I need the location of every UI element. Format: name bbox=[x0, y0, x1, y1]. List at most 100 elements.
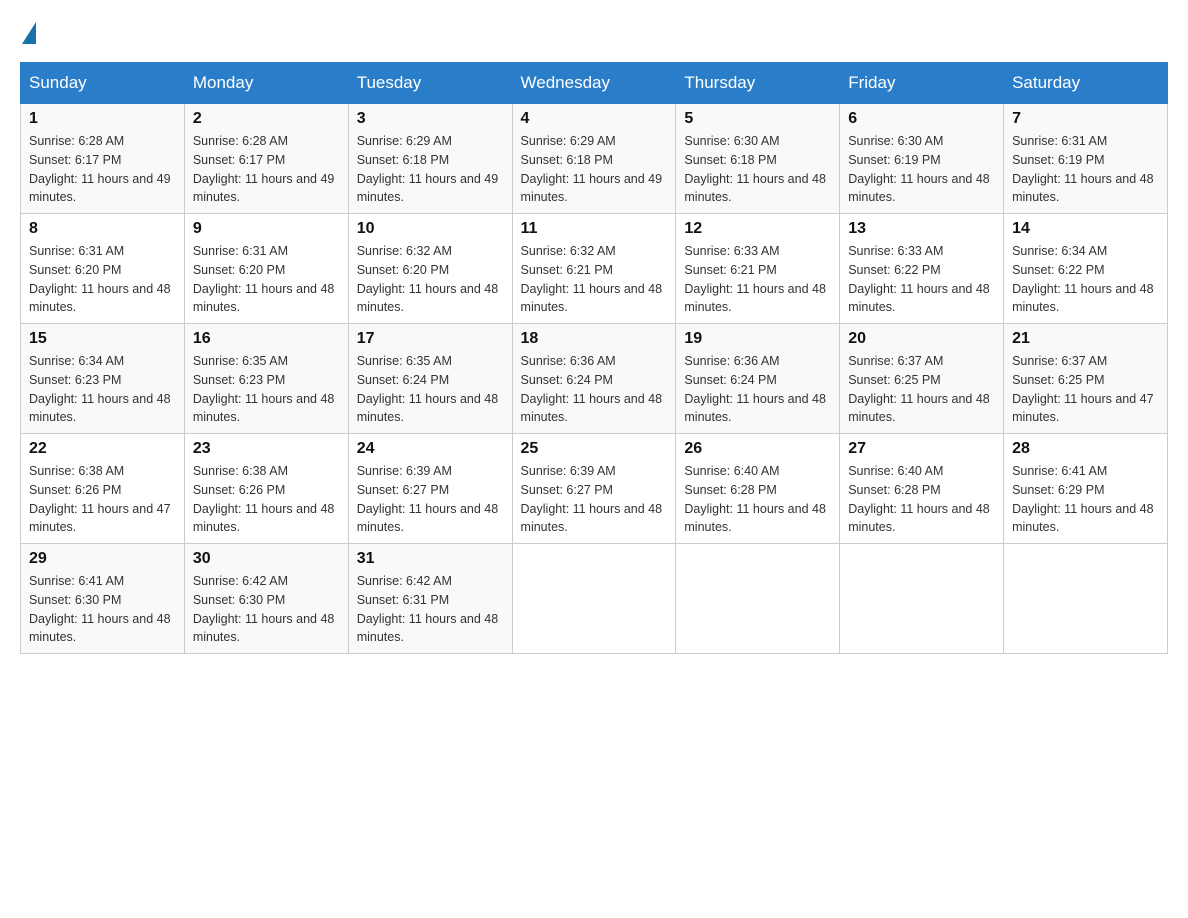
calendar-header: SundayMondayTuesdayWednesdayThursdayFrid… bbox=[21, 63, 1168, 104]
week-row-2: 8 Sunrise: 6:31 AMSunset: 6:20 PMDayligh… bbox=[21, 214, 1168, 324]
day-number: 6 bbox=[848, 110, 995, 128]
calendar-cell: 21 Sunrise: 6:37 AMSunset: 6:25 PMDaylig… bbox=[1004, 324, 1168, 434]
day-info: Sunrise: 6:36 AMSunset: 6:24 PMDaylight:… bbox=[684, 354, 826, 424]
day-number: 19 bbox=[684, 330, 831, 348]
day-number: 28 bbox=[1012, 440, 1159, 458]
calendar-cell: 31 Sunrise: 6:42 AMSunset: 6:31 PMDaylig… bbox=[348, 544, 512, 654]
day-info: Sunrise: 6:29 AMSunset: 6:18 PMDaylight:… bbox=[357, 134, 499, 204]
day-number: 1 bbox=[29, 110, 176, 128]
calendar-cell: 9 Sunrise: 6:31 AMSunset: 6:20 PMDayligh… bbox=[184, 214, 348, 324]
day-info: Sunrise: 6:42 AMSunset: 6:31 PMDaylight:… bbox=[357, 574, 499, 644]
day-info: Sunrise: 6:39 AMSunset: 6:27 PMDaylight:… bbox=[357, 464, 499, 534]
day-number: 12 bbox=[684, 220, 831, 238]
day-info: Sunrise: 6:41 AMSunset: 6:30 PMDaylight:… bbox=[29, 574, 171, 644]
calendar-cell: 30 Sunrise: 6:42 AMSunset: 6:30 PMDaylig… bbox=[184, 544, 348, 654]
calendar-body: 1 Sunrise: 6:28 AMSunset: 6:17 PMDayligh… bbox=[21, 104, 1168, 654]
day-number: 31 bbox=[357, 550, 504, 568]
day-info: Sunrise: 6:34 AMSunset: 6:22 PMDaylight:… bbox=[1012, 244, 1154, 314]
calendar-cell: 20 Sunrise: 6:37 AMSunset: 6:25 PMDaylig… bbox=[840, 324, 1004, 434]
week-row-4: 22 Sunrise: 6:38 AMSunset: 6:26 PMDaylig… bbox=[21, 434, 1168, 544]
day-number: 3 bbox=[357, 110, 504, 128]
calendar-cell: 22 Sunrise: 6:38 AMSunset: 6:26 PMDaylig… bbox=[21, 434, 185, 544]
header-day-wednesday: Wednesday bbox=[512, 63, 676, 104]
header-day-monday: Monday bbox=[184, 63, 348, 104]
day-info: Sunrise: 6:31 AMSunset: 6:20 PMDaylight:… bbox=[193, 244, 335, 314]
calendar-cell: 24 Sunrise: 6:39 AMSunset: 6:27 PMDaylig… bbox=[348, 434, 512, 544]
calendar-cell: 10 Sunrise: 6:32 AMSunset: 6:20 PMDaylig… bbox=[348, 214, 512, 324]
day-number: 5 bbox=[684, 110, 831, 128]
calendar-cell: 7 Sunrise: 6:31 AMSunset: 6:19 PMDayligh… bbox=[1004, 104, 1168, 214]
day-info: Sunrise: 6:40 AMSunset: 6:28 PMDaylight:… bbox=[684, 464, 826, 534]
day-number: 10 bbox=[357, 220, 504, 238]
day-info: Sunrise: 6:28 AMSunset: 6:17 PMDaylight:… bbox=[193, 134, 335, 204]
day-number: 7 bbox=[1012, 110, 1159, 128]
day-info: Sunrise: 6:31 AMSunset: 6:19 PMDaylight:… bbox=[1012, 134, 1154, 204]
day-info: Sunrise: 6:29 AMSunset: 6:18 PMDaylight:… bbox=[521, 134, 663, 204]
day-number: 26 bbox=[684, 440, 831, 458]
logo-triangle-icon bbox=[22, 22, 36, 44]
calendar-cell: 1 Sunrise: 6:28 AMSunset: 6:17 PMDayligh… bbox=[21, 104, 185, 214]
day-number: 30 bbox=[193, 550, 340, 568]
week-row-3: 15 Sunrise: 6:34 AMSunset: 6:23 PMDaylig… bbox=[21, 324, 1168, 434]
day-info: Sunrise: 6:42 AMSunset: 6:30 PMDaylight:… bbox=[193, 574, 335, 644]
day-info: Sunrise: 6:38 AMSunset: 6:26 PMDaylight:… bbox=[29, 464, 171, 534]
header-day-friday: Friday bbox=[840, 63, 1004, 104]
day-info: Sunrise: 6:31 AMSunset: 6:20 PMDaylight:… bbox=[29, 244, 171, 314]
day-number: 24 bbox=[357, 440, 504, 458]
day-info: Sunrise: 6:30 AMSunset: 6:19 PMDaylight:… bbox=[848, 134, 990, 204]
header-day-sunday: Sunday bbox=[21, 63, 185, 104]
week-row-1: 1 Sunrise: 6:28 AMSunset: 6:17 PMDayligh… bbox=[21, 104, 1168, 214]
day-info: Sunrise: 6:37 AMSunset: 6:25 PMDaylight:… bbox=[848, 354, 990, 424]
calendar-cell: 13 Sunrise: 6:33 AMSunset: 6:22 PMDaylig… bbox=[840, 214, 1004, 324]
day-number: 25 bbox=[521, 440, 668, 458]
day-info: Sunrise: 6:30 AMSunset: 6:18 PMDaylight:… bbox=[684, 134, 826, 204]
day-number: 15 bbox=[29, 330, 176, 348]
day-number: 8 bbox=[29, 220, 176, 238]
day-number: 22 bbox=[29, 440, 176, 458]
day-number: 16 bbox=[193, 330, 340, 348]
day-info: Sunrise: 6:38 AMSunset: 6:26 PMDaylight:… bbox=[193, 464, 335, 534]
day-info: Sunrise: 6:35 AMSunset: 6:23 PMDaylight:… bbox=[193, 354, 335, 424]
day-info: Sunrise: 6:32 AMSunset: 6:20 PMDaylight:… bbox=[357, 244, 499, 314]
header-row: SundayMondayTuesdayWednesdayThursdayFrid… bbox=[21, 63, 1168, 104]
day-info: Sunrise: 6:37 AMSunset: 6:25 PMDaylight:… bbox=[1012, 354, 1154, 424]
day-number: 29 bbox=[29, 550, 176, 568]
calendar-cell: 15 Sunrise: 6:34 AMSunset: 6:23 PMDaylig… bbox=[21, 324, 185, 434]
calendar-cell bbox=[1004, 544, 1168, 654]
day-number: 2 bbox=[193, 110, 340, 128]
calendar-cell: 6 Sunrise: 6:30 AMSunset: 6:19 PMDayligh… bbox=[840, 104, 1004, 214]
day-info: Sunrise: 6:36 AMSunset: 6:24 PMDaylight:… bbox=[521, 354, 663, 424]
header-day-tuesday: Tuesday bbox=[348, 63, 512, 104]
day-info: Sunrise: 6:40 AMSunset: 6:28 PMDaylight:… bbox=[848, 464, 990, 534]
day-info: Sunrise: 6:35 AMSunset: 6:24 PMDaylight:… bbox=[357, 354, 499, 424]
calendar-cell: 17 Sunrise: 6:35 AMSunset: 6:24 PMDaylig… bbox=[348, 324, 512, 434]
calendar-cell bbox=[676, 544, 840, 654]
calendar-cell: 3 Sunrise: 6:29 AMSunset: 6:18 PMDayligh… bbox=[348, 104, 512, 214]
calendar-table: SundayMondayTuesdayWednesdayThursdayFrid… bbox=[20, 62, 1168, 654]
day-number: 27 bbox=[848, 440, 995, 458]
day-info: Sunrise: 6:28 AMSunset: 6:17 PMDaylight:… bbox=[29, 134, 171, 204]
day-info: Sunrise: 6:41 AMSunset: 6:29 PMDaylight:… bbox=[1012, 464, 1154, 534]
day-info: Sunrise: 6:39 AMSunset: 6:27 PMDaylight:… bbox=[521, 464, 663, 534]
calendar-cell: 8 Sunrise: 6:31 AMSunset: 6:20 PMDayligh… bbox=[21, 214, 185, 324]
calendar-cell: 2 Sunrise: 6:28 AMSunset: 6:17 PMDayligh… bbox=[184, 104, 348, 214]
calendar-cell: 19 Sunrise: 6:36 AMSunset: 6:24 PMDaylig… bbox=[676, 324, 840, 434]
day-number: 20 bbox=[848, 330, 995, 348]
day-info: Sunrise: 6:33 AMSunset: 6:21 PMDaylight:… bbox=[684, 244, 826, 314]
day-number: 23 bbox=[193, 440, 340, 458]
calendar-cell bbox=[840, 544, 1004, 654]
day-number: 11 bbox=[521, 220, 668, 238]
logo bbox=[20, 20, 38, 42]
day-number: 17 bbox=[357, 330, 504, 348]
day-number: 9 bbox=[193, 220, 340, 238]
day-info: Sunrise: 6:32 AMSunset: 6:21 PMDaylight:… bbox=[521, 244, 663, 314]
calendar-cell: 11 Sunrise: 6:32 AMSunset: 6:21 PMDaylig… bbox=[512, 214, 676, 324]
calendar-cell: 23 Sunrise: 6:38 AMSunset: 6:26 PMDaylig… bbox=[184, 434, 348, 544]
calendar-cell: 28 Sunrise: 6:41 AMSunset: 6:29 PMDaylig… bbox=[1004, 434, 1168, 544]
page-header bbox=[20, 20, 1168, 42]
header-day-saturday: Saturday bbox=[1004, 63, 1168, 104]
calendar-cell: 5 Sunrise: 6:30 AMSunset: 6:18 PMDayligh… bbox=[676, 104, 840, 214]
calendar-cell: 27 Sunrise: 6:40 AMSunset: 6:28 PMDaylig… bbox=[840, 434, 1004, 544]
calendar-cell: 14 Sunrise: 6:34 AMSunset: 6:22 PMDaylig… bbox=[1004, 214, 1168, 324]
calendar-cell: 4 Sunrise: 6:29 AMSunset: 6:18 PMDayligh… bbox=[512, 104, 676, 214]
